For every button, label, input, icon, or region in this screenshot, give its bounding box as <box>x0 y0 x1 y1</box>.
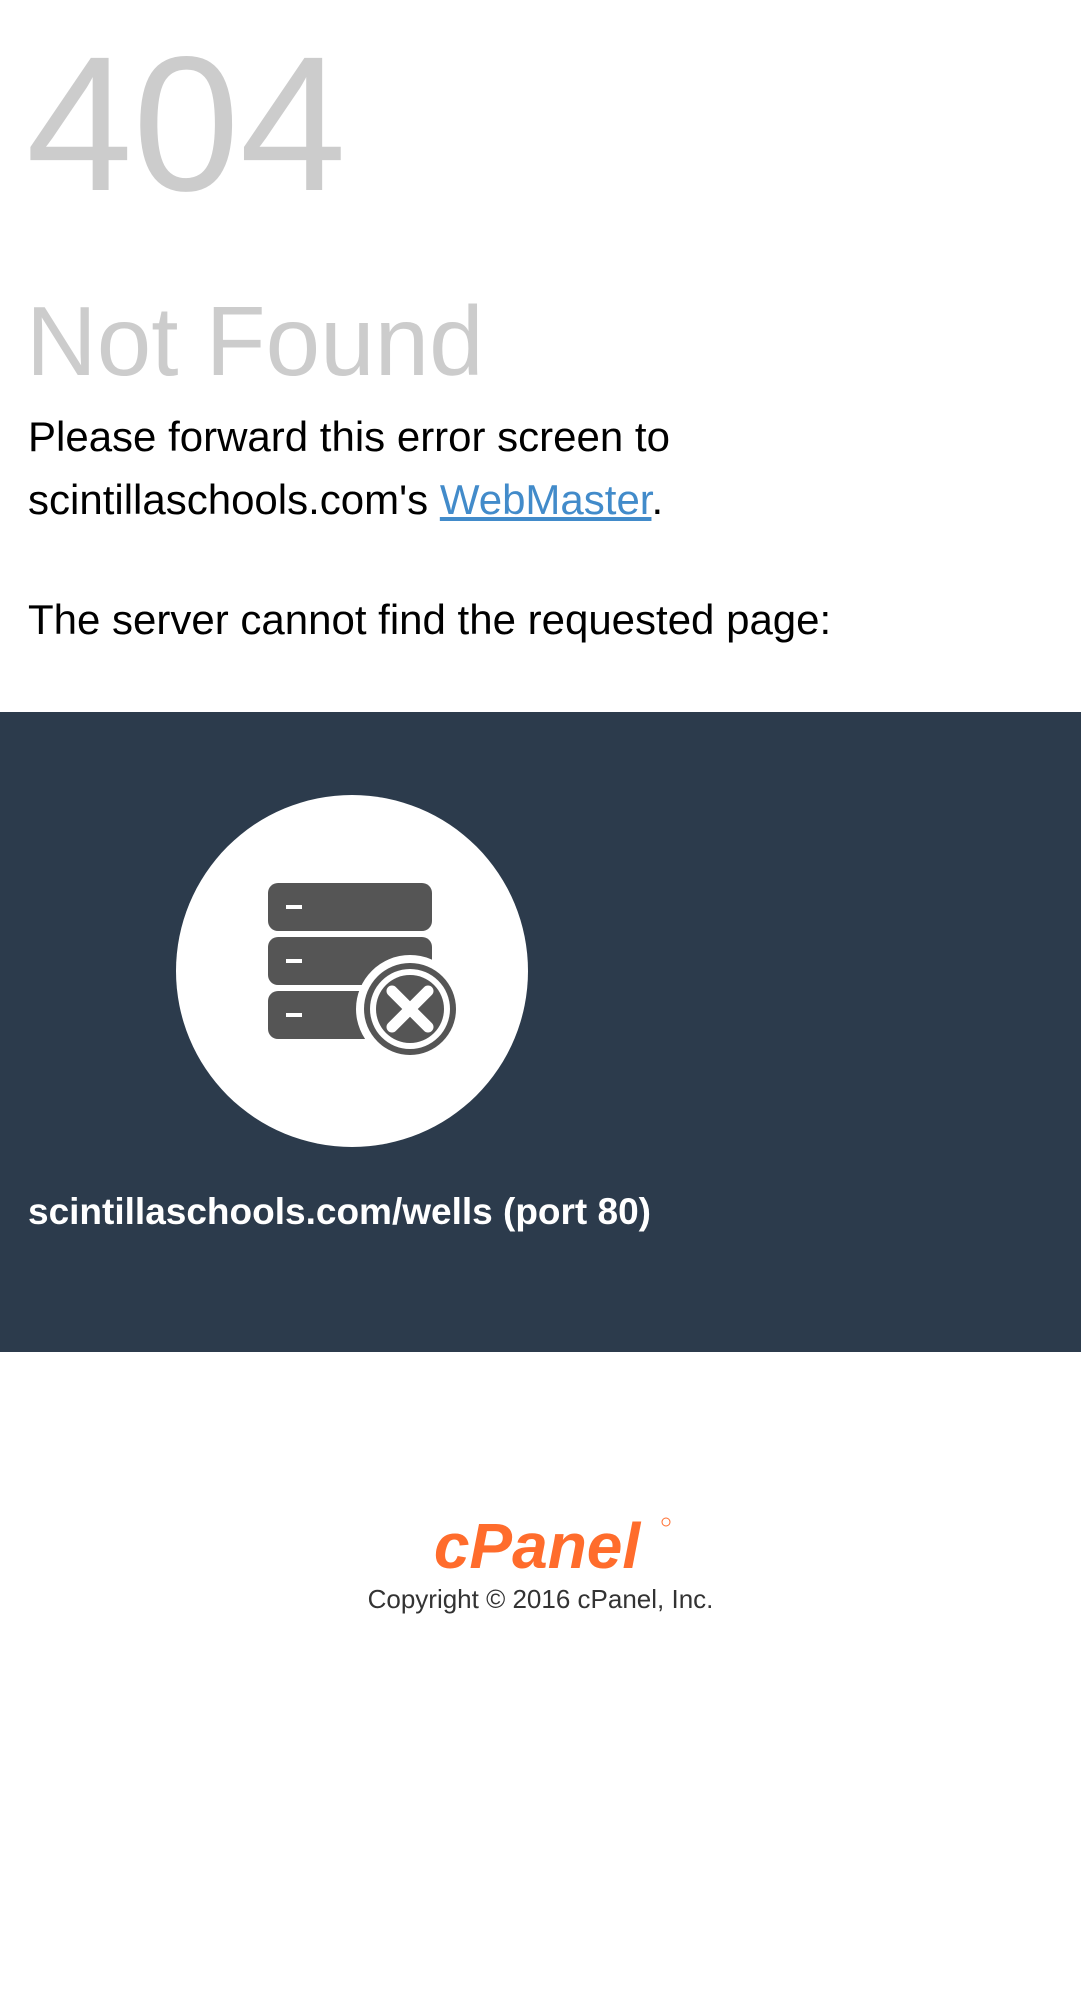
request-info-panel: scintillaschools.com/wells (port 80) <box>0 712 1081 1352</box>
server-message: The server cannot find the requested pag… <box>28 596 832 643</box>
webmaster-link[interactable]: WebMaster <box>440 476 652 523</box>
period: . <box>651 476 664 523</box>
error-code: 404 <box>26 16 347 231</box>
forward-message-line1: Please forward this error screen to <box>28 413 670 460</box>
forward-message: Please forward this error screen to scin… <box>28 405 1048 531</box>
copyright-text: Copyright © 2016 cPanel, Inc. <box>367 1584 714 1614</box>
requested-url: scintillaschools.com/wells (port 80) <box>28 1191 652 1232</box>
footer: cPanel Copyright © 2016 cPanel, Inc. <box>0 1512 1081 1615</box>
server-error-icon-circle <box>176 795 528 1147</box>
error-title: Not Found <box>26 286 484 396</box>
cpanel-logo: cPanel <box>433 1512 670 1578</box>
domain-possessive: scintillaschools.com's <box>28 476 429 523</box>
server-error-icon <box>268 883 464 1063</box>
cpanel-logo-text: cPanel <box>433 1512 641 1578</box>
